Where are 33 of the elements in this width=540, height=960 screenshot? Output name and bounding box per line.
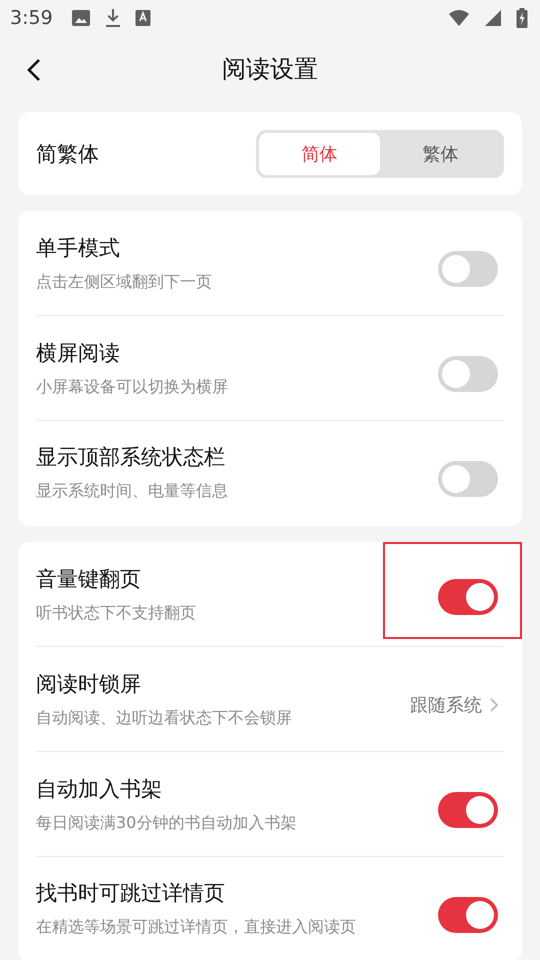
setting-title: 自动加入书架 [36,776,163,803]
setting-description: 点击左侧区域翻到下一页 [36,272,213,293]
toggle-switch[interactable] [438,356,498,392]
setting-label: 简繁体 [36,140,99,168]
toggle-switch[interactable] [438,792,498,828]
toggle-switch[interactable] [438,896,498,932]
signal-icon [484,9,502,27]
setting-title: 阅读时锁屏 [36,671,142,698]
setting-description: 在精选等场景可跳过详情页，直接进入阅读页 [36,917,357,938]
chevron-right-icon [490,698,498,712]
segment-tab[interactable]: 简体 [259,132,380,174]
status-time: 3:59 [10,7,53,29]
wifi-icon [448,9,470,27]
setting-description: 每日阅读满30分钟的书自动加入书架 [36,813,298,834]
image-icon [70,9,91,27]
setting-title: 显示顶部系统状态栏 [36,444,226,471]
download-icon [104,8,121,28]
setting-value[interactable]: 跟随系统 [410,692,482,716]
setting-description: 显示系统时间、电量等信息 [36,481,229,502]
battery-icon [516,8,528,28]
setting-title: 单手模式 [36,235,121,262]
setting-title: 音量键翻页 [36,566,142,593]
font-icon [134,9,151,27]
toggle-switch[interactable] [438,578,498,614]
toggle-switch[interactable] [438,250,498,286]
setting-title: 找书时可跳过详情页 [36,880,226,907]
page-title: 阅读设置 [222,54,318,85]
segment-tab[interactable]: 繁体 [380,132,501,174]
setting-description: 小屏幕设备可以切换为横屏 [36,377,229,398]
setting-description: 自动阅读、边听边看状态下不会锁屏 [36,708,293,729]
setting-description: 听书状态下不支持翻页 [36,603,197,624]
setting-title: 横屏阅读 [36,340,121,367]
toggle-switch[interactable] [438,460,498,496]
